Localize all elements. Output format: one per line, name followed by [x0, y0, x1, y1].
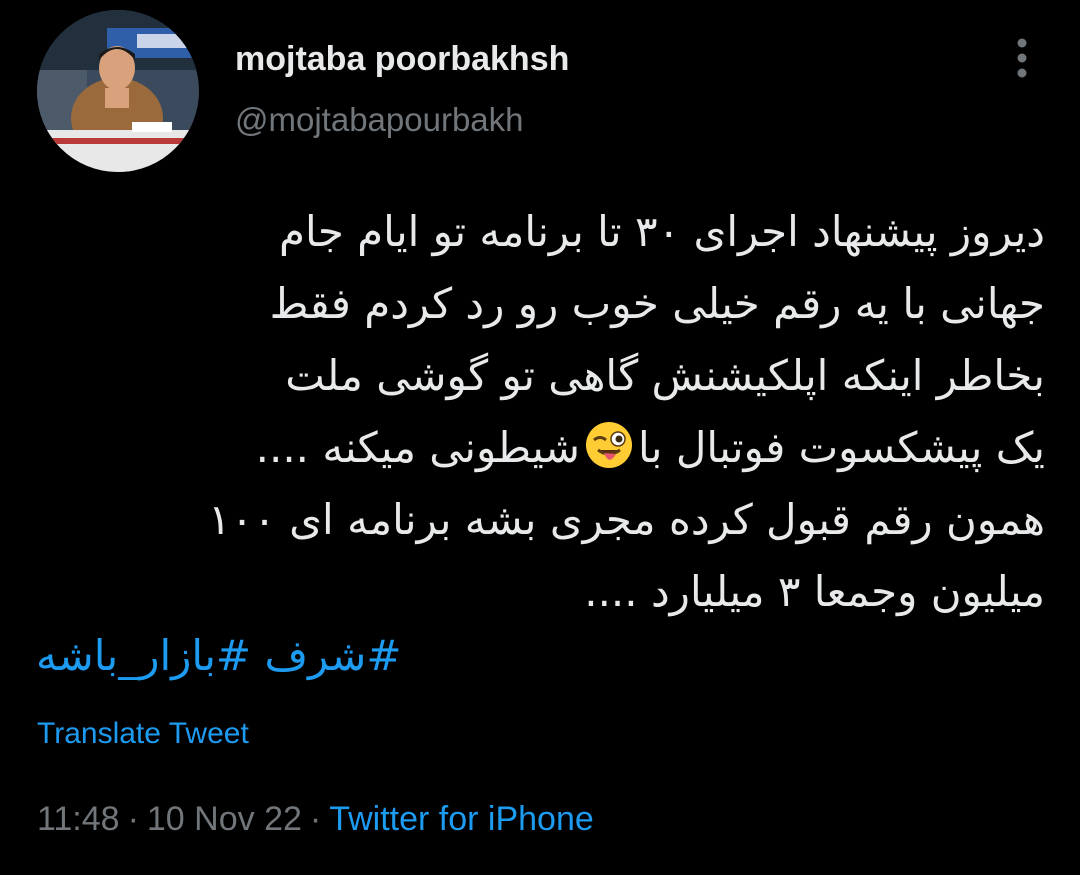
- tweet-text-fragment: یک پیشکسوت فوتبال با: [638, 423, 1045, 472]
- hashtag-link[interactable]: #شرف: [264, 631, 401, 680]
- more-dots-icon: [1017, 38, 1027, 78]
- avatar-photo: [37, 10, 199, 172]
- tweet-text: دیروز پیشنهاد اجرای ۳۰ تا برنامه تو ایام…: [120, 196, 1045, 628]
- tweet-text-line: بخاطر اینکه اپلکیشنش گاهی تو گوشی ملت: [285, 351, 1045, 400]
- tweet-date[interactable]: 10 Nov 22: [147, 800, 302, 838]
- translate-tweet-link[interactable]: Translate Tweet: [37, 717, 249, 751]
- hashtag-link[interactable]: #بازار_باشه: [36, 631, 251, 680]
- tweet-text-fragment: شیطونی میکنه ....: [255, 423, 580, 472]
- avatar[interactable]: [37, 10, 199, 172]
- meta-separator: ·: [127, 800, 139, 838]
- tweet: mojtaba poorbakhsh @mojtabapourbakh دیرو…: [0, 0, 1080, 875]
- tweet-text-line: میلیون وجمعا ۳ میلیارد ....: [584, 567, 1045, 616]
- hashtags: #شرف #بازار_باشه: [36, 620, 536, 692]
- author-handle[interactable]: @mojtabapourbakh: [235, 101, 524, 139]
- winking-face-with-tongue-icon: [586, 422, 632, 468]
- tweet-text-line: دیروز پیشنهاد اجرای ۳۰ تا برنامه تو ایام…: [279, 207, 1045, 256]
- tweet-meta: 11:48 · 10 Nov 22 · Twitter for iPhone: [37, 800, 594, 839]
- meta-separator: ·: [309, 800, 322, 838]
- author-display-name[interactable]: mojtaba poorbakhsh: [235, 40, 569, 79]
- tweet-source-link[interactable]: Twitter for iPhone: [329, 800, 594, 838]
- tweet-text-line: همون رقم قبول کرده مجری بشه برنامه ای ۱۰…: [208, 495, 1045, 544]
- more-options-button[interactable]: [1000, 34, 1044, 82]
- tweet-time[interactable]: 11:48: [37, 800, 120, 838]
- tweet-text-line: جهانی با یه رقم خیلی خوب رو رد کردم فقط: [269, 279, 1045, 328]
- tweet-text-line-with-emoji: یک پیشکسوت فوتبال با شیطونی میکنه ....: [120, 412, 1045, 484]
